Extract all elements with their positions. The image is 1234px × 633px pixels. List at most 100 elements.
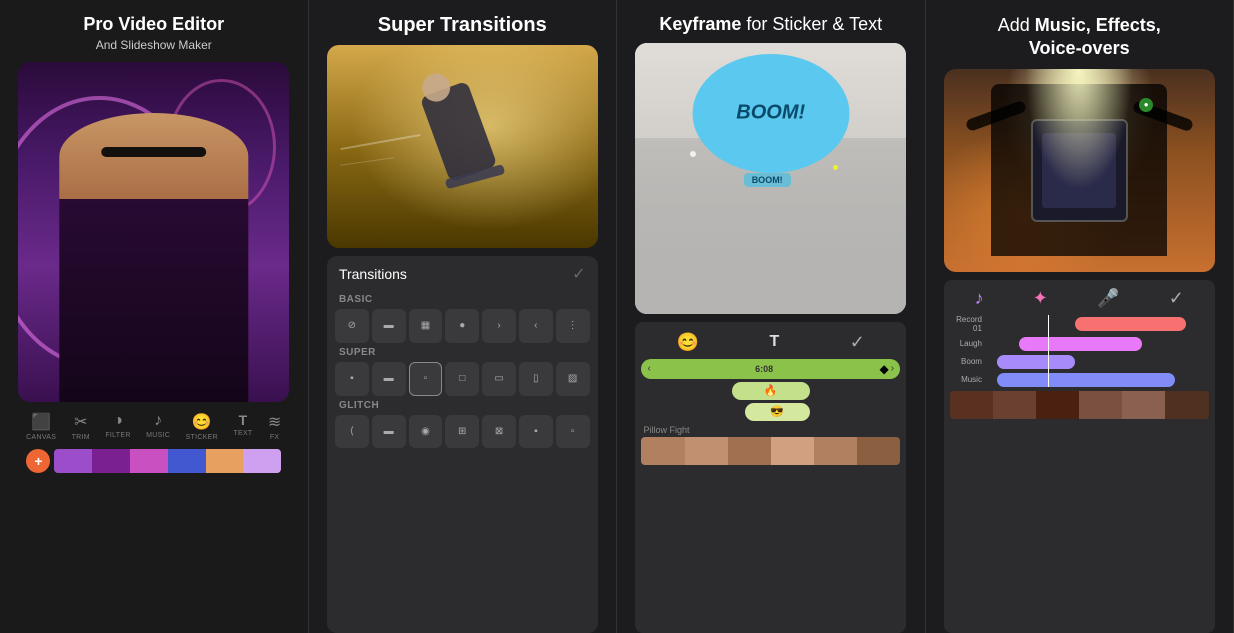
add-clip-button[interactable]: + xyxy=(26,449,50,473)
panel-music: Add Music, Effects, Voice-overs ● ♪ xyxy=(926,0,1234,633)
trim-label: TRIM xyxy=(72,434,90,441)
kf-tool-icons: 😊 T ✓ xyxy=(641,328,900,359)
playhead-line xyxy=(1048,315,1049,387)
music-thumb-6 xyxy=(1165,391,1208,419)
skater-body xyxy=(420,81,498,183)
confetti-1 xyxy=(690,151,696,157)
filter-icon: ◑ xyxy=(113,412,123,430)
glitch-icon-2[interactable]: ▬ xyxy=(372,415,406,449)
keyframe-timeline: 😊 T ✓ ‹ 6:08 ◆ › 🔥 😎 Pillow Fight xyxy=(635,322,906,633)
canvas-icon: ⬛ xyxy=(31,412,51,432)
super-icon-5[interactable]: ▭ xyxy=(482,362,516,396)
toolbar-sticker[interactable]: 😊 STICKER xyxy=(186,412,218,441)
smiley-kf-icon[interactable]: 😊 xyxy=(677,332,699,353)
glitch-icon-6[interactable]: ▪ xyxy=(519,415,553,449)
camera-indicator: ● xyxy=(1139,98,1153,112)
music-tool-icons: ♪ ✦ 🎤 ✓ xyxy=(950,286,1209,315)
music-thumb-1 xyxy=(950,391,993,419)
laugh-track-row: Laugh xyxy=(950,337,1209,351)
kf-thumb-2 xyxy=(685,437,728,465)
toolbar: ⬛ CANVAS ✂ TRIM ◑ FILTER ♪ MUSIC 😊 STICK… xyxy=(18,408,289,445)
transitions-check-icon[interactable]: ✓ xyxy=(572,264,585,284)
super-icon-6[interactable]: ▯ xyxy=(519,362,553,396)
skater-scene xyxy=(327,45,598,238)
fx-icon: ≋ xyxy=(268,412,281,432)
record-track-area xyxy=(986,317,1209,331)
super-icon-7[interactable]: ▨ xyxy=(556,362,590,396)
basic-icon-5[interactable]: ‹ xyxy=(519,309,553,343)
kf-photo-strip xyxy=(641,437,900,465)
super-icon-1[interactable]: ▪ xyxy=(335,362,369,396)
panel-transitions: Super Transitions Transitions ✓ BASIC ⊘ xyxy=(309,0,618,633)
glitch-icon-4[interactable]: ⊞ xyxy=(445,415,479,449)
timeline: + xyxy=(18,445,289,477)
pillow-fight-label: Pillow Fight xyxy=(641,425,900,435)
glitch-icon-7[interactable]: ▫ xyxy=(556,415,590,449)
panel-1-title: Pro Video Editor xyxy=(83,14,224,36)
timeline-thumb-2 xyxy=(92,449,130,473)
girl-bg xyxy=(18,62,289,402)
trim-icon: ✂ xyxy=(74,412,87,432)
arm-left xyxy=(965,100,1027,132)
glitch-icon-3[interactable]: ◉ xyxy=(409,415,443,449)
boom-track-row: Boom xyxy=(950,355,1209,369)
kf-diamond-icon: ◆ xyxy=(879,362,888,376)
timeline-strip xyxy=(54,449,281,473)
music-photo-strip xyxy=(950,391,1209,419)
music-check-icon[interactable]: ✓ xyxy=(1169,288,1184,309)
super-icon-2[interactable]: ▬ xyxy=(372,362,406,396)
basic-icon-1[interactable]: ▬ xyxy=(372,309,406,343)
basic-icon-none[interactable]: ⊘ xyxy=(335,309,369,343)
keyframe-normal: for Sticker & Text xyxy=(741,14,882,34)
motion-blur-2 xyxy=(341,157,395,166)
panel-1-photo-frame xyxy=(18,62,289,402)
kf-flame-track: 🔥 xyxy=(732,382,810,400)
kf-clip-label: 6:08 xyxy=(651,364,878,374)
basic-icon-3[interactable]: ● xyxy=(445,309,479,343)
timeline-thumb-6 xyxy=(243,449,281,473)
fx-label: FX xyxy=(270,434,280,441)
glitch-icon-1[interactable]: ⟨ xyxy=(335,415,369,449)
kf-thumb-6 xyxy=(857,437,900,465)
toolbar-fx[interactable]: ≋ FX xyxy=(268,412,281,441)
effects-sparkle-icon[interactable]: ✦ xyxy=(1033,288,1048,309)
kf-thumb-3 xyxy=(728,437,771,465)
basic-icon-6[interactable]: ⋮ xyxy=(556,309,590,343)
skater-head xyxy=(418,70,454,106)
skateboard xyxy=(445,165,506,190)
music-thumb-2 xyxy=(993,391,1036,419)
toolbar-music[interactable]: ♪ MUSIC xyxy=(146,412,170,441)
panel-video-editor: Pro Video Editor And Slideshow Maker ⬛ C… xyxy=(0,0,309,633)
super-icon-3[interactable]: ▫ xyxy=(409,362,443,396)
music-track-row: Music xyxy=(950,373,1209,387)
kf-check-icon[interactable]: ✓ xyxy=(850,332,865,353)
boom-text-2: BOOM! xyxy=(744,173,791,187)
sticker-label: STICKER xyxy=(186,434,218,441)
panel-2-header: Super Transitions xyxy=(362,0,563,45)
music-note-icon[interactable]: ♪ xyxy=(975,288,984,309)
timeline-thumb-4 xyxy=(168,449,206,473)
boom-image: BOOM! BOOM! xyxy=(635,43,906,314)
music-icon: ♪ xyxy=(154,412,162,430)
mic-icon[interactable]: 🎤 xyxy=(1097,288,1119,309)
laugh-track-label: Laugh xyxy=(950,339,982,348)
super-section-label: SUPER xyxy=(339,347,590,358)
toolbar-trim[interactable]: ✂ TRIM xyxy=(72,412,90,441)
boom-track-area xyxy=(986,355,1209,369)
toolbar-filter[interactable]: ◑ FILTER xyxy=(105,412,130,441)
basic-icon-4[interactable]: › xyxy=(482,309,516,343)
boom-track-bar xyxy=(997,355,1075,369)
toolbar-text[interactable]: T TEXT xyxy=(233,412,252,441)
music-timeline: ♪ ✦ 🎤 ✓ Record 01 Laugh xyxy=(944,280,1215,633)
kf-thumb-4 xyxy=(771,437,814,465)
text-kf-icon[interactable]: T xyxy=(770,333,780,351)
stage-light xyxy=(1025,69,1133,191)
sunglasses-emoji: 😎 xyxy=(770,405,784,418)
toolbar-canvas[interactable]: ⬛ CANVAS xyxy=(26,412,56,441)
text-label: TEXT xyxy=(233,430,252,437)
glitch-icon-5[interactable]: ⊠ xyxy=(482,415,516,449)
motion-blur-1 xyxy=(341,134,421,150)
basic-icon-2[interactable]: ▦ xyxy=(409,309,443,343)
super-icon-4[interactable]: □ xyxy=(445,362,479,396)
music-label: MUSIC xyxy=(146,432,170,439)
